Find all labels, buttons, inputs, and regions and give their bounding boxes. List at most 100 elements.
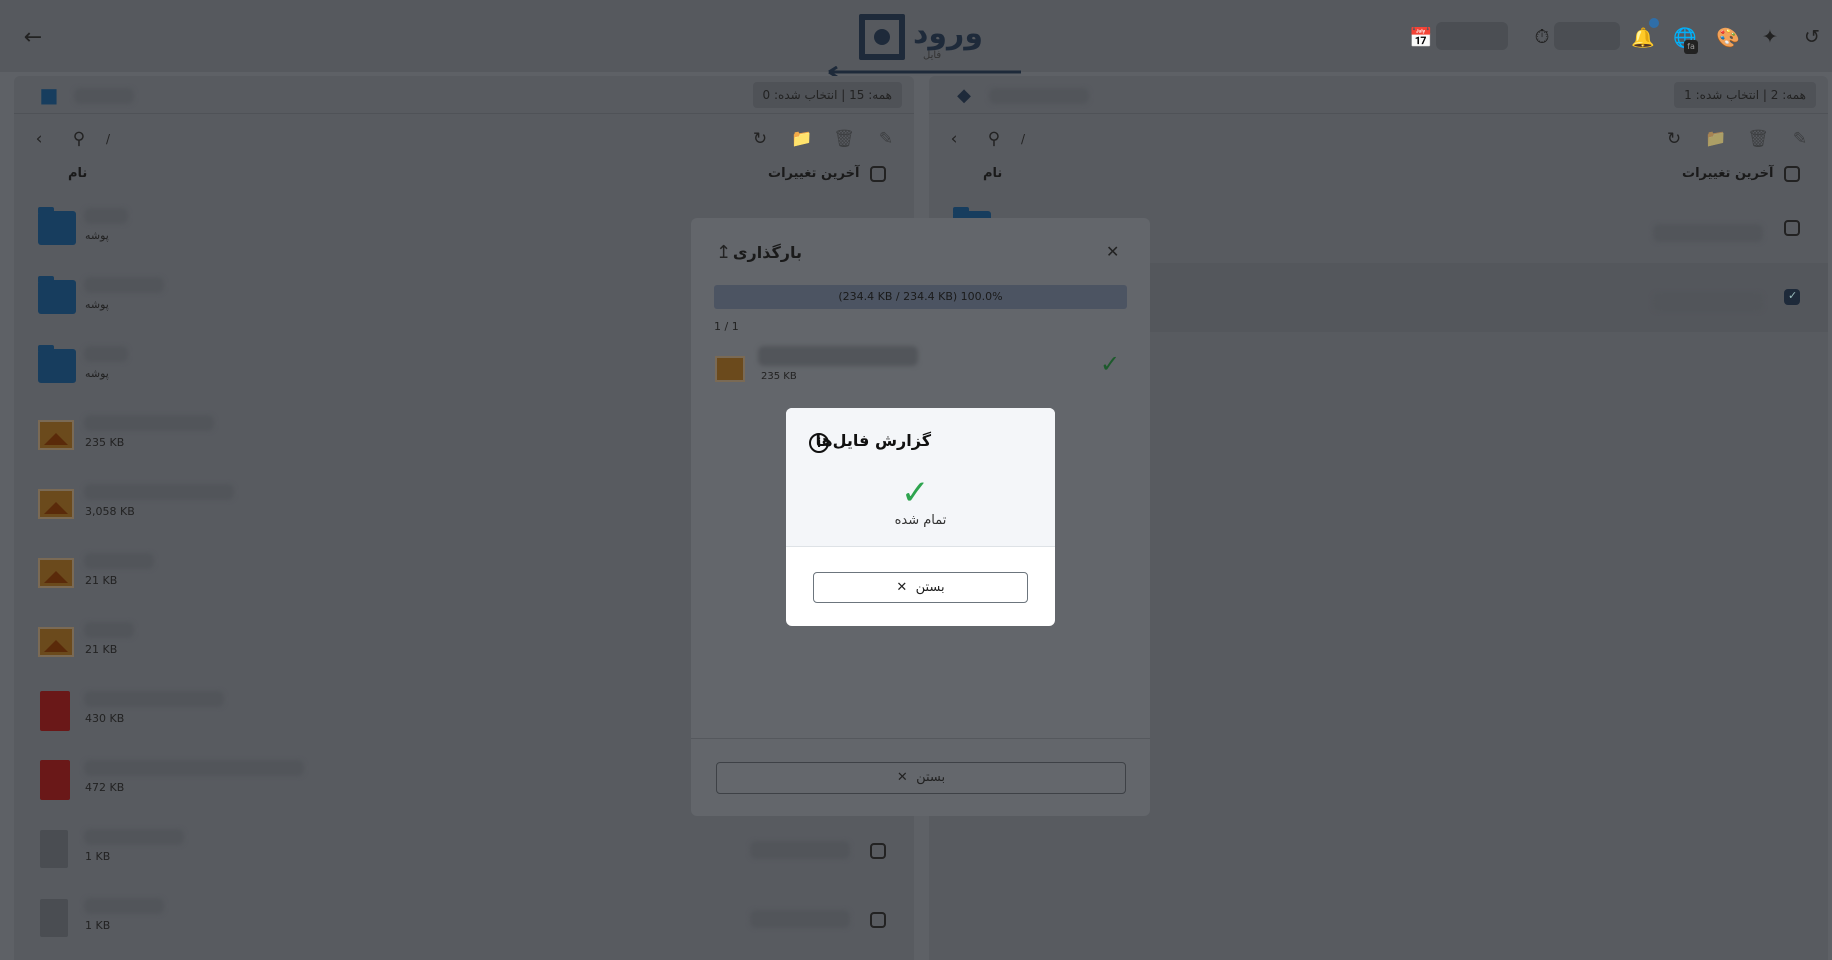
tag-icon[interactable]: ◆ [949, 80, 979, 110]
row-checkbox-checked[interactable] [1784, 289, 1800, 305]
new-folder-icon[interactable]: 📁 [1701, 124, 1731, 154]
date-display[interactable] [1436, 22, 1508, 50]
modal-divider [786, 546, 1055, 547]
item-name [84, 829, 184, 845]
chevron-left-icon[interactable]: ‹ [24, 124, 54, 154]
close-label: بستن [916, 770, 946, 785]
right-selection-counter: همه: 2 | انتخاب شده: 1 [1674, 82, 1816, 108]
item-name [84, 484, 234, 500]
select-all-checkbox[interactable] [870, 166, 886, 182]
item-name [84, 277, 164, 293]
search-icon[interactable]: ⚲ [979, 124, 1009, 154]
list-item[interactable]: 1 KB [14, 815, 914, 884]
column-name-header[interactable]: نام [983, 166, 1002, 181]
close-icon: ✕ [896, 770, 908, 785]
refresh-icon[interactable]: ↻ [1659, 124, 1689, 154]
item-meta: پوشه [85, 229, 109, 242]
modal-title: گزارش فایل‌ها [815, 431, 931, 450]
notification-dot [1649, 18, 1659, 28]
status-text: تمام شده [894, 513, 947, 528]
edit-icon[interactable]: ✎ [1785, 124, 1815, 154]
history-icon[interactable]: ↺ [1797, 22, 1827, 52]
refresh-icon[interactable]: ↻ [745, 124, 775, 154]
dialog-divider [691, 738, 1150, 739]
image-icon [38, 558, 74, 588]
search-icon[interactable]: ⚲ [64, 124, 94, 154]
trash-icon[interactable]: 🗑 [1743, 124, 1773, 154]
column-modified-header[interactable]: آخرین تغییرات [1682, 166, 1773, 181]
select-all-checkbox[interactable] [1784, 166, 1800, 182]
sparkle-icon[interactable]: ✦ [1755, 22, 1785, 52]
check-icon: ✓ [1100, 350, 1121, 378]
logo-subtext: فایل [923, 50, 942, 61]
app-logo[interactable]: ورود فایل [828, 10, 1021, 78]
item-name [84, 898, 164, 914]
item-meta: پوشه [85, 298, 109, 311]
pdf-icon [40, 691, 70, 731]
close-label: بستن [915, 580, 945, 595]
image-icon [38, 489, 74, 519]
list-item[interactable]: 1 KB [14, 884, 914, 953]
upload-file-count: 1 / 1 [714, 320, 739, 333]
timer-display[interactable] [1554, 22, 1620, 50]
palette-icon[interactable]: 🎨 [1713, 22, 1743, 52]
drive-icon[interactable]: ■ [34, 80, 64, 110]
right-panel-top: ◆ همه: 2 | انتخاب شده: 1 [929, 76, 1828, 114]
item-date [1653, 293, 1763, 311]
image-icon [38, 627, 74, 657]
folder-icon [38, 276, 76, 314]
back-arrow-icon[interactable]: ← [16, 20, 50, 54]
upload-close-button[interactable]: ✕ بستن [716, 762, 1126, 794]
file-icon [40, 830, 68, 868]
row-checkbox[interactable] [870, 912, 886, 928]
item-meta: 1 KB [85, 919, 111, 932]
folder-icon [38, 345, 76, 383]
item-meta: 21 KB [85, 643, 118, 656]
item-date [750, 910, 850, 928]
column-modified-header[interactable]: آخرین تغییرات [768, 166, 859, 181]
column-name-header[interactable]: نام [68, 166, 87, 181]
breadcrumb-path[interactable]: / [1021, 132, 1025, 146]
item-name [84, 346, 128, 362]
top-bar: ← ورود فایل 📅 ⏱ 🔔 🌐 fa 🎨 ✦ ↺ [0, 0, 1832, 78]
item-name [84, 691, 224, 707]
logo-mark [859, 14, 905, 60]
calendar-icon[interactable]: 📅 [1406, 22, 1436, 52]
item-date [1653, 224, 1763, 242]
upload-progress-bar: (234.4 KB / 234.4 KB) 100.0% [714, 285, 1127, 309]
item-name [84, 622, 134, 638]
item-meta: 21 KB [85, 574, 118, 587]
new-folder-icon[interactable]: 📁 [787, 124, 817, 154]
language-badge: fa [1684, 40, 1698, 54]
upload-dialog-title: بارگذاری [732, 243, 802, 262]
item-meta: پوشه [85, 367, 109, 380]
upload-file-name [758, 346, 918, 366]
file-report-modal: i گزارش فایل‌ها ✓ تمام شده ✕ بستن [786, 408, 1055, 626]
close-icon[interactable]: ✕ [1106, 242, 1119, 261]
row-checkbox[interactable] [1784, 220, 1800, 236]
row-checkbox[interactable] [870, 843, 886, 859]
edit-icon[interactable]: ✎ [871, 124, 901, 154]
storage-name [989, 88, 1089, 104]
pdf-icon [40, 760, 70, 800]
item-meta: 235 KB [85, 436, 125, 449]
left-selection-counter: همه: 15 | انتخاب شده: 0 [752, 82, 902, 108]
image-icon [38, 420, 74, 450]
upload-file-size: 235 KB [761, 371, 797, 382]
item-meta: 430 KB [85, 712, 125, 725]
trash-icon[interactable]: 🗑 [829, 124, 859, 154]
breadcrumb-path[interactable]: / [106, 132, 110, 146]
folder-icon [38, 207, 76, 245]
left-panel-top: ■ همه: 15 | انتخاب شده: 0 [14, 76, 914, 114]
logo-text: ورود [913, 16, 983, 51]
modal-close-button[interactable]: ✕ بستن [813, 572, 1028, 603]
item-name [84, 415, 214, 431]
check-icon: ✓ [901, 473, 930, 513]
item-meta: 1 KB [85, 850, 111, 863]
item-meta: 472 KB [85, 781, 125, 794]
chevron-left-icon[interactable]: ‹ [939, 124, 969, 154]
close-icon: ✕ [896, 580, 908, 595]
right-toolbar: ‹ ⚲ / ↻ 📁 🗑 ✎ [929, 118, 1828, 158]
timer-icon[interactable]: ⏱ [1527, 22, 1557, 52]
left-toolbar: ‹ ⚲ / ↻ 📁 🗑 ✎ [14, 118, 914, 158]
